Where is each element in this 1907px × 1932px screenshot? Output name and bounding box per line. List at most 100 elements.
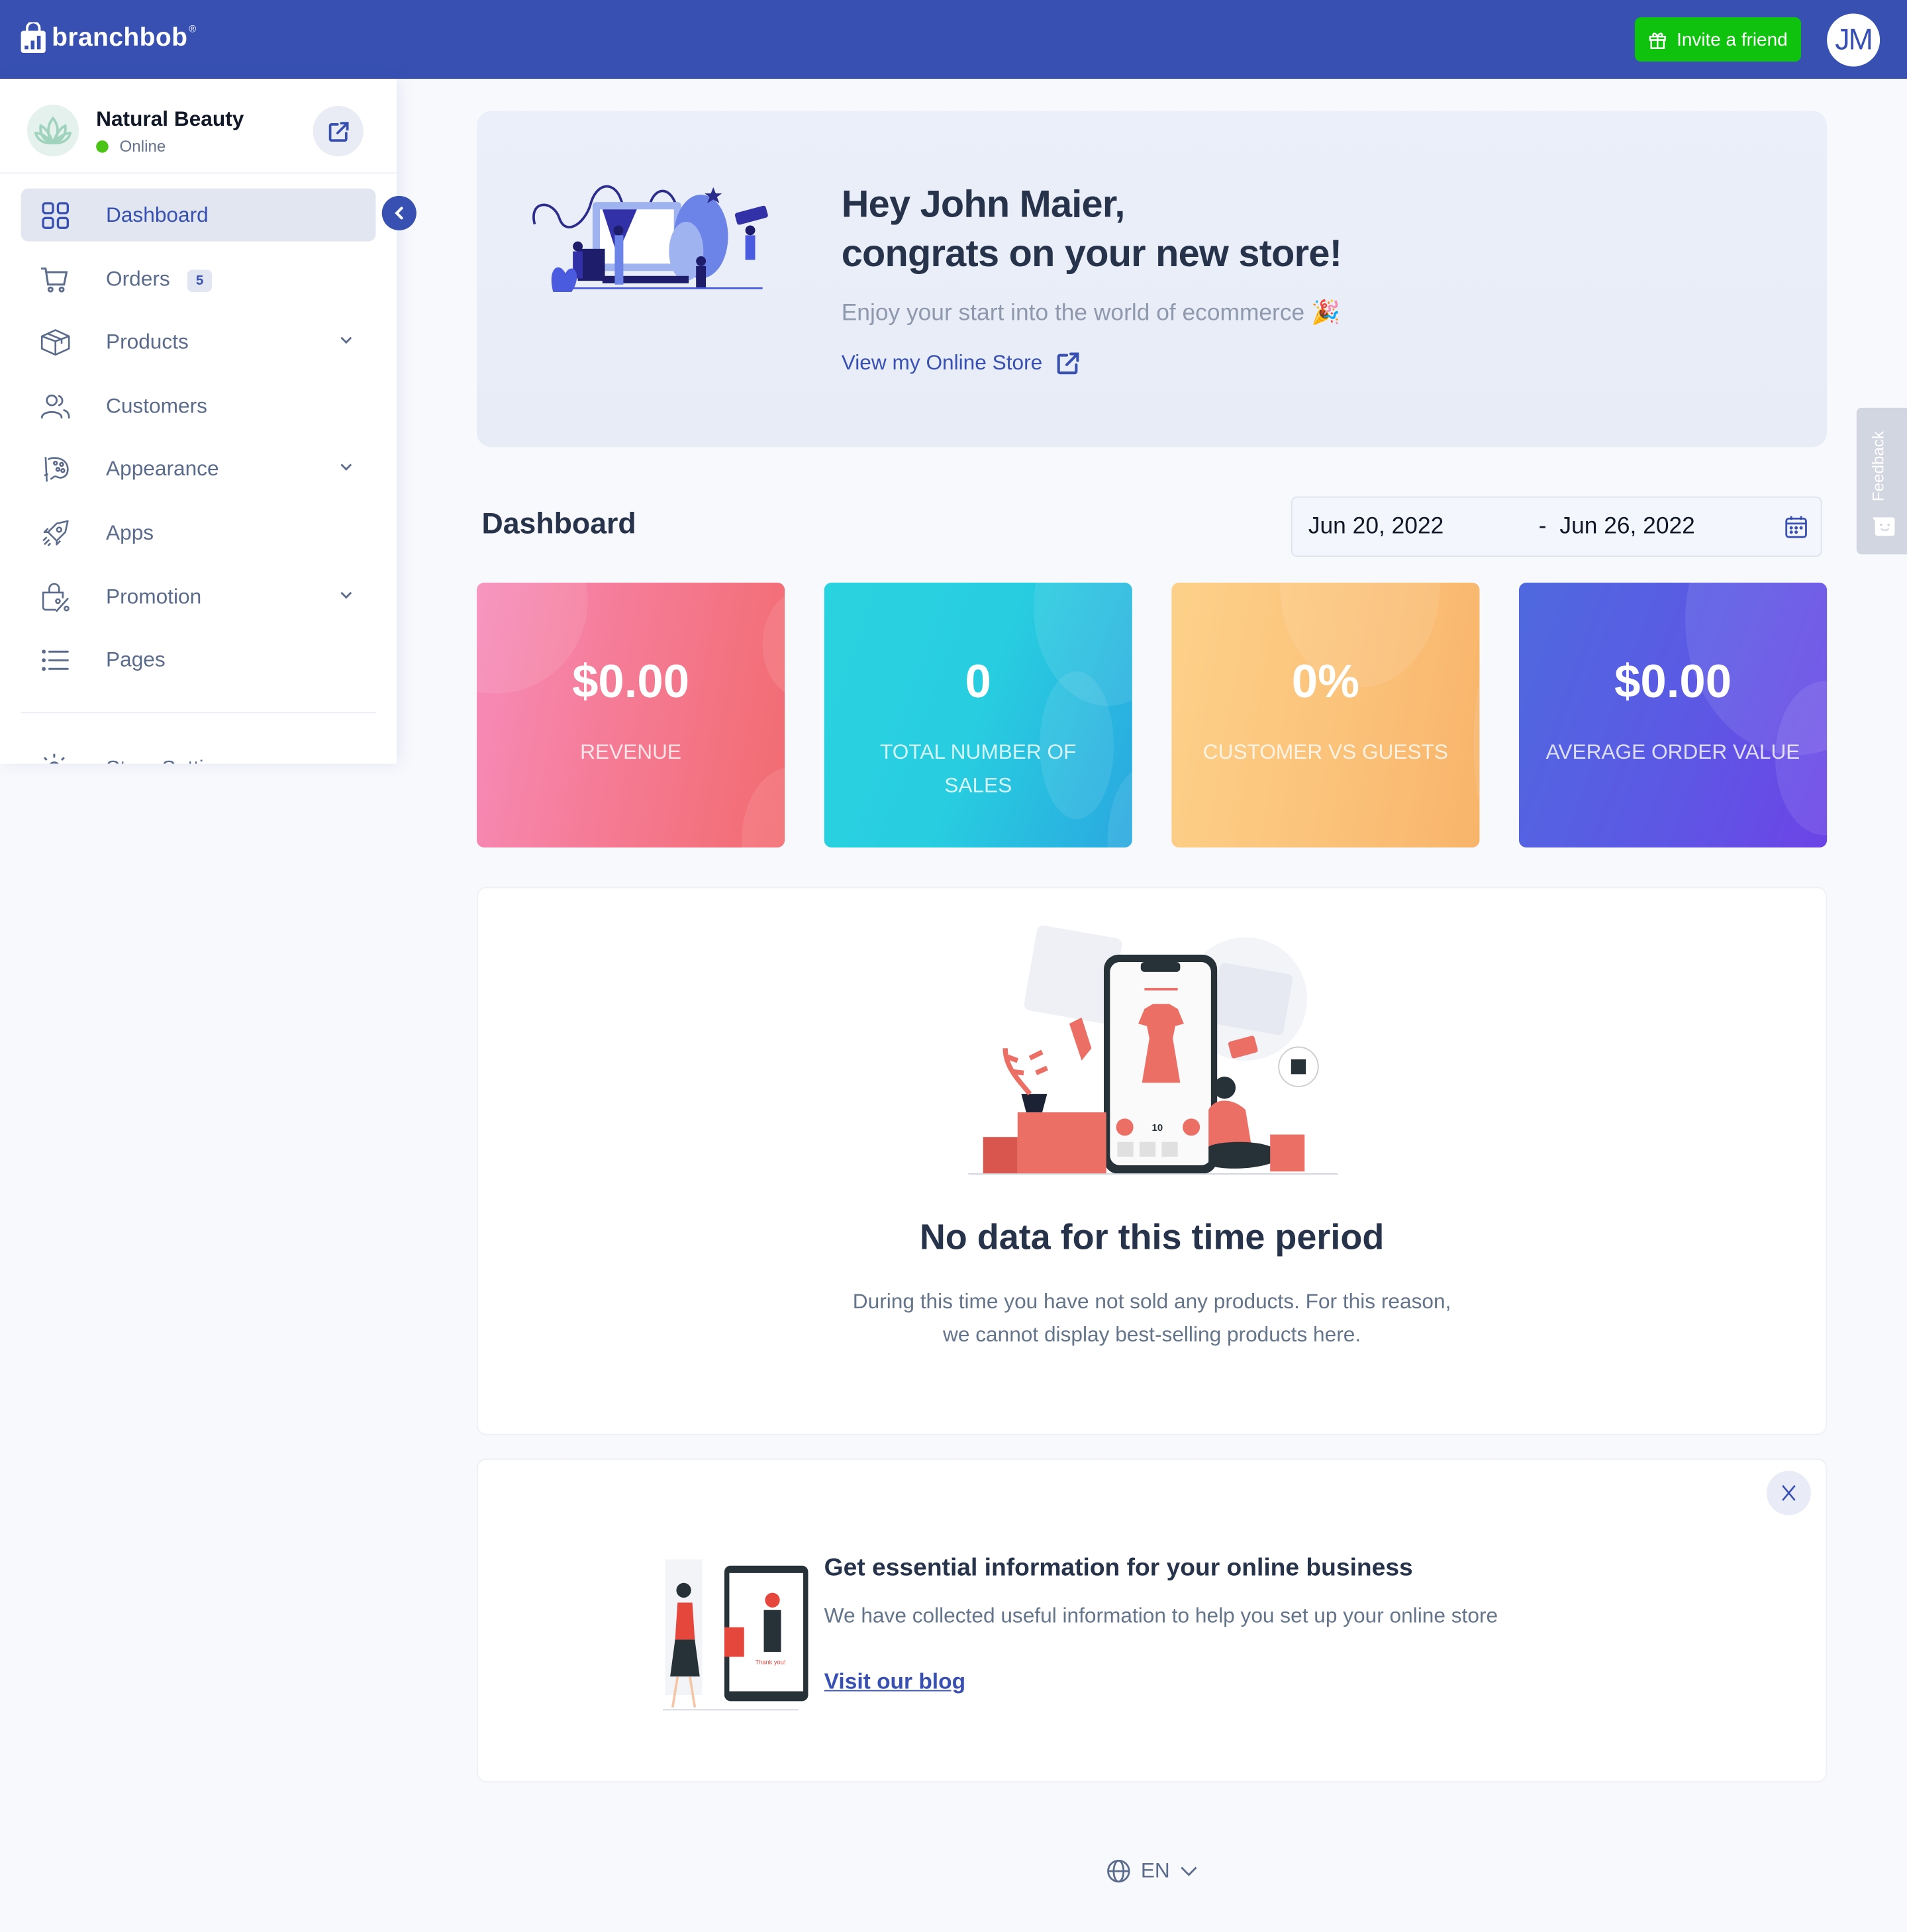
stat-value: 0 xyxy=(965,656,991,708)
decorative-circle xyxy=(1107,767,1132,848)
welcome-title-line2: congrats on your new store! xyxy=(841,231,1342,275)
sidebar-item-label: Appearance xyxy=(106,457,219,481)
blog-promo-card: Thank you! Get essential information for… xyxy=(477,1458,1828,1783)
welcome-title: Hey John Maier, congrats on your new sto… xyxy=(842,180,1342,279)
sidebar-item-customers[interactable]: Customers xyxy=(21,379,376,432)
sidebar-divider xyxy=(21,712,376,714)
sidebar-item-pages[interactable]: Pages xyxy=(21,634,376,687)
blog-title: Get essential information for your onlin… xyxy=(824,1554,1413,1582)
blog-text: We have collected useful information to … xyxy=(824,1604,1498,1627)
language-code: EN xyxy=(1140,1859,1170,1882)
sidebar-item-apps[interactable]: Apps xyxy=(21,507,376,559)
visit-blog-link[interactable]: Visit our blog xyxy=(824,1669,965,1695)
decorative-circle xyxy=(742,767,785,848)
chevron-left-icon xyxy=(395,207,403,220)
shopping-bag-logo-icon xyxy=(21,22,46,54)
chevron-down-icon xyxy=(1180,1866,1197,1876)
list-icon xyxy=(40,644,72,676)
sidebar-item-label: Dashboard xyxy=(106,203,209,227)
feedback-tab[interactable]: Feedback xyxy=(1856,407,1907,555)
open-store-button[interactable] xyxy=(313,106,364,157)
stat-label: CUSTOMER VS GUESTS xyxy=(1202,740,1449,764)
celebration-illustration xyxy=(532,185,768,292)
sidebar-item-label: Store Settings xyxy=(106,756,238,763)
rocket-icon xyxy=(40,517,72,549)
stat-card-revenue: $0.00 REVENUE xyxy=(477,583,785,848)
stat-value: $0.00 xyxy=(1614,656,1732,708)
gift-icon xyxy=(1649,32,1666,48)
invite-friend-label: Invite a friend xyxy=(1677,28,1788,50)
top-bar: branchbob ® Invite a friend JM xyxy=(0,0,1907,79)
sidebar-item-products[interactable]: Products xyxy=(21,316,376,369)
online-shopping-illustration: 10 xyxy=(968,925,1338,1175)
shopping-bag-percent-icon xyxy=(40,581,72,612)
chevron-down-icon xyxy=(340,464,352,471)
date-separator: - xyxy=(1538,513,1547,540)
users-icon xyxy=(40,390,72,422)
gear-icon xyxy=(40,753,70,764)
store-status-label: Online xyxy=(119,136,166,156)
store-logo xyxy=(26,105,79,157)
sidebar: Natural Beauty Online Dashboard Orders 5… xyxy=(0,79,397,764)
palette-icon xyxy=(40,454,72,485)
view-online-store-link[interactable]: View my Online Store xyxy=(842,350,1082,377)
language-selector[interactable]: EN xyxy=(1106,1859,1197,1883)
welcome-subtitle: Enjoy your start into the world of ecomm… xyxy=(842,298,1340,328)
sidebar-nav: Dashboard Orders 5 Products Customers Ap… xyxy=(21,188,376,697)
external-link-icon xyxy=(1057,352,1079,375)
chevron-down-icon xyxy=(340,591,352,599)
welcome-banner: Hey John Maier, congrats on your new sto… xyxy=(477,111,1828,448)
page: branchbob ® Invite a friend JM Natural B… xyxy=(0,0,1907,1932)
stat-card-average-order-value: $0.00 AVERAGE ORDER VALUE xyxy=(1518,583,1828,848)
sidebar-item-appearance[interactable]: Appearance xyxy=(21,443,376,496)
thank-you-text: Thank you! xyxy=(755,1659,785,1666)
brand-name: branchbob xyxy=(52,23,188,52)
smiley-chat-icon xyxy=(1872,517,1895,536)
view-online-store-label: View my Online Store xyxy=(841,351,1043,375)
stat-value: $0.00 xyxy=(572,656,690,708)
stat-value: 0% xyxy=(1291,656,1359,708)
best-sellers-empty-card: 10 No data for this time period During t… xyxy=(477,887,1828,1435)
empty-state-title: No data for this time period xyxy=(919,1218,1385,1258)
delivery-illustration: Thank you! xyxy=(662,1559,808,1711)
sidebar-item-label: Promotion xyxy=(106,584,202,608)
lotus-icon xyxy=(34,116,72,145)
grid-icon xyxy=(40,199,72,231)
collapse-sidebar-button[interactable] xyxy=(381,195,416,230)
price-text: 10 xyxy=(1152,1123,1163,1134)
user-avatar[interactable]: JM xyxy=(1827,13,1881,67)
stat-card-customer-vs-guests: 0% CUSTOMER VS GUESTS xyxy=(1171,583,1480,848)
sidebar-item-promotion[interactable]: Promotion xyxy=(21,570,376,623)
sidebar-item-label: Customers xyxy=(106,393,207,418)
sidebar-item-label: Pages xyxy=(106,648,166,672)
empty-state-text: During this time you have not sold any p… xyxy=(852,1289,1451,1347)
box-icon xyxy=(40,326,72,358)
dashboard-title: Dashboard xyxy=(481,507,636,541)
external-link-icon xyxy=(328,121,348,142)
brand-logo[interactable]: branchbob ® xyxy=(20,22,196,54)
sidebar-item-store-settings[interactable]: Store Settings xyxy=(21,742,376,764)
store-status: Online xyxy=(96,136,166,156)
date-end-field[interactable]: Jun 26, 2022 xyxy=(1559,514,1694,541)
sidebar-item-orders[interactable]: Orders 5 xyxy=(21,252,376,305)
welcome-subtitle-text: Enjoy your start into the world of ecomm… xyxy=(841,300,1305,327)
store-header: Natural Beauty Online xyxy=(0,79,397,174)
invite-friend-button[interactable]: Invite a friend xyxy=(1634,17,1802,62)
close-button[interactable] xyxy=(1766,1471,1811,1516)
cart-icon xyxy=(40,263,72,295)
date-start-field[interactable]: Jun 20, 2022 xyxy=(1308,514,1443,541)
welcome-title-line1: Hey John Maier, xyxy=(841,182,1126,226)
chevron-down-icon xyxy=(340,337,352,344)
stat-label: TOTAL NUMBER OF SALES xyxy=(880,740,1077,797)
close-icon xyxy=(1782,1484,1796,1501)
calendar-icon[interactable] xyxy=(1784,515,1808,540)
sidebar-item-dashboard[interactable]: Dashboard xyxy=(21,188,376,242)
stat-label: REVENUE xyxy=(580,740,682,764)
status-dot-icon xyxy=(96,140,109,152)
orders-count-badge: 5 xyxy=(187,269,213,292)
date-range-picker[interactable]: Jun 20, 2022 - Jun 26, 2022 xyxy=(1291,496,1822,557)
party-popper-icon: 🎉 xyxy=(1310,300,1341,327)
sidebar-item-label: Products xyxy=(106,330,189,354)
feedback-label: Feedback xyxy=(1869,431,1888,502)
store-name: Natural Beauty xyxy=(96,107,244,131)
